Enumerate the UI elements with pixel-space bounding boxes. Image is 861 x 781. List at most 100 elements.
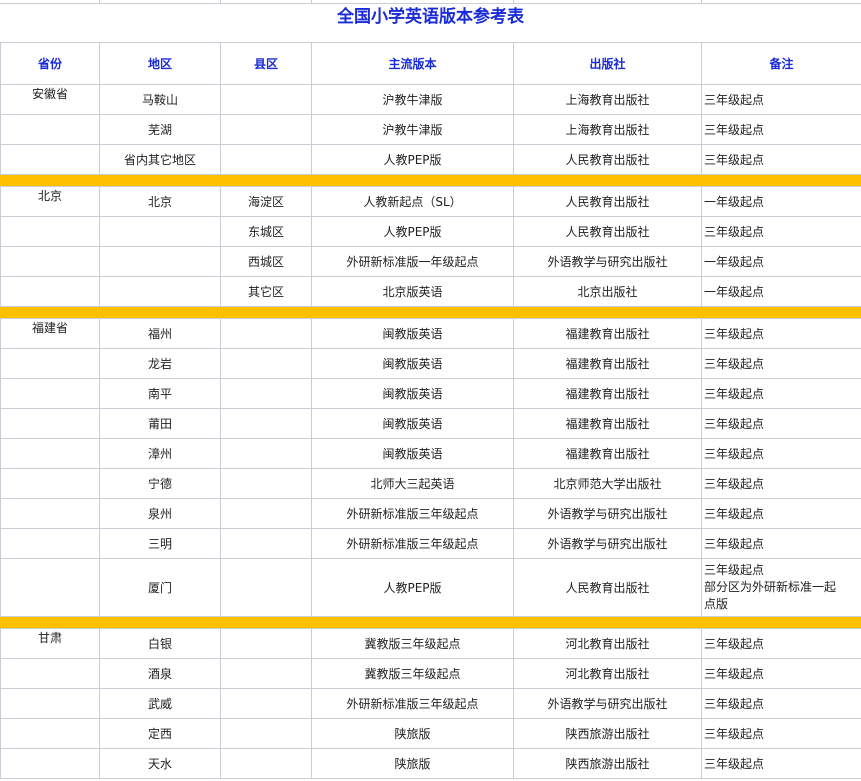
note-cell[interactable]: 三年级起点 <box>701 408 861 439</box>
county-cell[interactable] <box>220 658 312 689</box>
province-cell[interactable] <box>0 246 100 277</box>
region-cell[interactable]: 龙岩 <box>99 348 221 379</box>
publisher-cell[interactable]: 陕西旅游出版社 <box>513 718 702 749</box>
region-cell[interactable]: 天水 <box>99 748 221 779</box>
county-cell[interactable] <box>220 318 312 349</box>
edition-cell[interactable]: 人教新起点（SL） <box>311 186 514 217</box>
region-cell[interactable] <box>99 276 221 307</box>
edition-cell[interactable]: 沪教牛津版 <box>311 84 514 115</box>
header-region[interactable]: 地区 <box>99 42 221 85</box>
province-cell[interactable] <box>0 718 100 749</box>
publisher-cell[interactable]: 上海教育出版社 <box>513 84 702 115</box>
county-cell[interactable]: 海淀区 <box>220 186 312 217</box>
county-cell[interactable] <box>220 718 312 749</box>
publisher-cell[interactable]: 北京出版社 <box>513 276 702 307</box>
header-province[interactable]: 省份 <box>0 42 100 85</box>
county-cell[interactable]: 东城区 <box>220 216 312 247</box>
province-cell[interactable] <box>0 114 100 145</box>
edition-cell[interactable]: 北京版英语 <box>311 276 514 307</box>
publisher-cell[interactable]: 人民教育出版社 <box>513 558 702 617</box>
county-cell[interactable] <box>220 558 312 617</box>
region-cell[interactable]: 莆田 <box>99 408 221 439</box>
header-edition[interactable]: 主流版本 <box>311 42 514 85</box>
edition-cell[interactable]: 闽教版英语 <box>311 378 514 409</box>
note-cell[interactable]: 三年级起点 <box>701 348 861 379</box>
province-cell[interactable]: 北京 <box>0 186 100 217</box>
note-cell[interactable]: 三年级起点 部分区为外研新标准一起 点版 <box>701 558 861 617</box>
county-cell[interactable] <box>220 438 312 469</box>
edition-cell[interactable]: 北师大三起英语 <box>311 468 514 499</box>
header-publisher[interactable]: 出版社 <box>513 42 702 85</box>
province-cell[interactable] <box>0 378 100 409</box>
county-cell[interactable] <box>220 468 312 499</box>
province-cell[interactable] <box>0 276 100 307</box>
publisher-cell[interactable]: 外语教学与研究出版社 <box>513 498 702 529</box>
note-cell[interactable]: 三年级起点 <box>701 718 861 749</box>
region-cell[interactable]: 南平 <box>99 378 221 409</box>
publisher-cell[interactable]: 上海教育出版社 <box>513 114 702 145</box>
edition-cell[interactable]: 外研新标准版一年级起点 <box>311 246 514 277</box>
note-cell[interactable]: 三年级起点 <box>701 144 861 175</box>
county-cell[interactable]: 西城区 <box>220 246 312 277</box>
province-cell[interactable]: 甘肃 <box>0 628 100 659</box>
province-cell[interactable] <box>0 144 100 175</box>
county-cell[interactable] <box>220 378 312 409</box>
edition-cell[interactable]: 人教PEP版 <box>311 558 514 617</box>
edition-cell[interactable]: 闽教版英语 <box>311 438 514 469</box>
edition-cell[interactable]: 闽教版英语 <box>311 318 514 349</box>
header-note[interactable]: 备注 <box>701 42 861 85</box>
province-cell[interactable] <box>0 498 100 529</box>
county-cell[interactable] <box>220 498 312 529</box>
publisher-cell[interactable]: 陕西旅游出版社 <box>513 748 702 779</box>
publisher-cell[interactable]: 外语教学与研究出版社 <box>513 688 702 719</box>
province-cell[interactable] <box>0 558 100 617</box>
note-cell[interactable]: 三年级起点 <box>701 628 861 659</box>
county-cell[interactable]: 其它区 <box>220 276 312 307</box>
note-cell[interactable]: 一年级起点 <box>701 276 861 307</box>
edition-cell[interactable]: 外研新标准版三年级起点 <box>311 498 514 529</box>
publisher-cell[interactable]: 人民教育出版社 <box>513 216 702 247</box>
edition-cell[interactable]: 人教PEP版 <box>311 144 514 175</box>
note-cell[interactable]: 一年级起点 <box>701 246 861 277</box>
note-cell[interactable]: 一年级起点 <box>701 186 861 217</box>
note-cell[interactable]: 三年级起点 <box>701 378 861 409</box>
edition-cell[interactable]: 陕旅版 <box>311 718 514 749</box>
note-cell[interactable]: 三年级起点 <box>701 748 861 779</box>
publisher-cell[interactable]: 外语教学与研究出版社 <box>513 246 702 277</box>
province-cell[interactable] <box>0 468 100 499</box>
region-cell[interactable]: 酒泉 <box>99 658 221 689</box>
region-cell[interactable]: 武威 <box>99 688 221 719</box>
region-cell[interactable]: 北京 <box>99 186 221 217</box>
note-cell[interactable]: 三年级起点 <box>701 438 861 469</box>
edition-cell[interactable]: 闽教版英语 <box>311 348 514 379</box>
edition-cell[interactable]: 陕旅版 <box>311 748 514 779</box>
region-cell[interactable] <box>99 216 221 247</box>
region-cell[interactable]: 定西 <box>99 718 221 749</box>
edition-cell[interactable]: 冀教版三年级起点 <box>311 628 514 659</box>
note-cell[interactable]: 三年级起点 <box>701 658 861 689</box>
note-cell[interactable]: 三年级起点 <box>701 688 861 719</box>
edition-cell[interactable]: 人教PEP版 <box>311 216 514 247</box>
county-cell[interactable] <box>220 144 312 175</box>
note-cell[interactable]: 三年级起点 <box>701 318 861 349</box>
note-cell[interactable]: 三年级起点 <box>701 114 861 145</box>
note-cell[interactable]: 三年级起点 <box>701 468 861 499</box>
region-cell[interactable]: 芜湖 <box>99 114 221 145</box>
edition-cell[interactable]: 沪教牛津版 <box>311 114 514 145</box>
province-cell[interactable] <box>0 216 100 247</box>
region-cell[interactable]: 省内其它地区 <box>99 144 221 175</box>
county-cell[interactable] <box>220 628 312 659</box>
province-cell[interactable] <box>0 438 100 469</box>
note-cell[interactable]: 三年级起点 <box>701 528 861 559</box>
province-cell[interactable]: 福建省 <box>0 318 100 349</box>
region-cell[interactable]: 马鞍山 <box>99 84 221 115</box>
publisher-cell[interactable]: 人民教育出版社 <box>513 186 702 217</box>
publisher-cell[interactable]: 外语教学与研究出版社 <box>513 528 702 559</box>
region-cell[interactable]: 厦门 <box>99 558 221 617</box>
county-cell[interactable] <box>220 688 312 719</box>
region-cell[interactable]: 三明 <box>99 528 221 559</box>
edition-cell[interactable]: 冀教版三年级起点 <box>311 658 514 689</box>
province-cell[interactable] <box>0 348 100 379</box>
publisher-cell[interactable]: 北京师范大学出版社 <box>513 468 702 499</box>
edition-cell[interactable]: 外研新标准版三年级起点 <box>311 528 514 559</box>
